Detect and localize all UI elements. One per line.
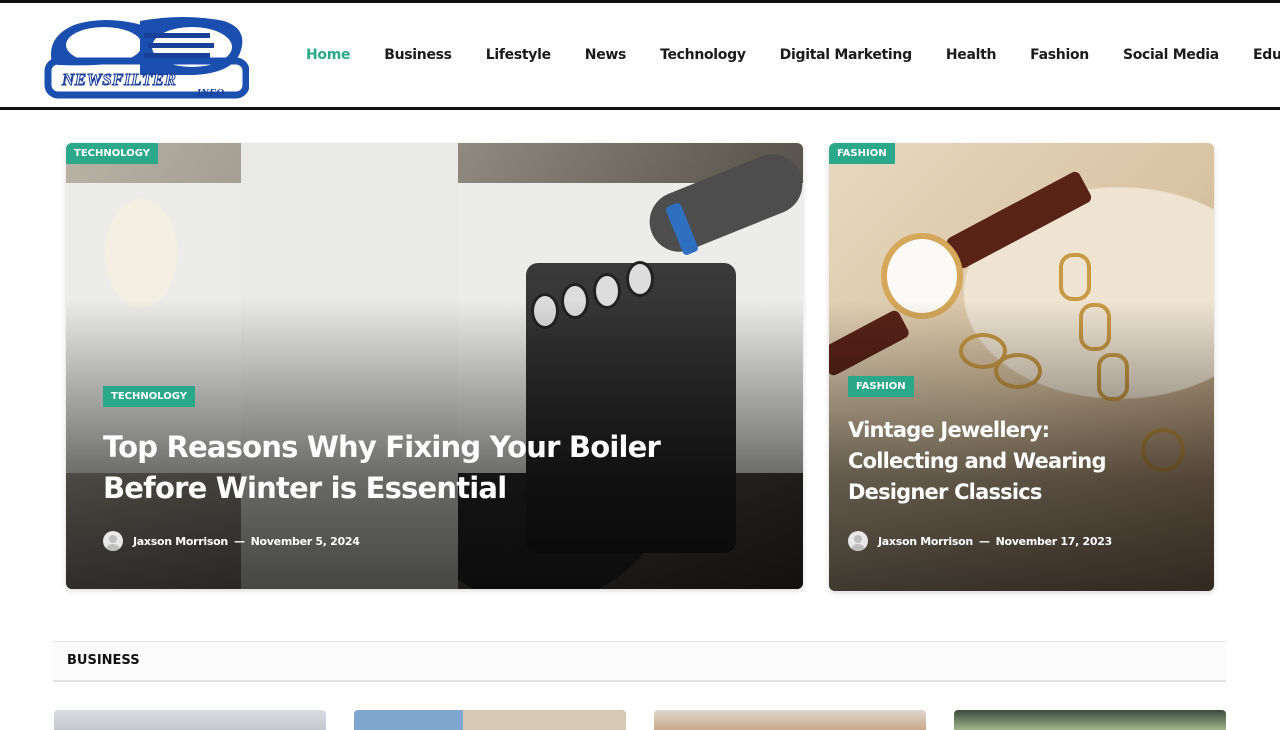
post-title[interactable]: Top Reasons Why Fixing Your Boiler Befor… xyxy=(103,427,723,509)
post-thumbnail[interactable] xyxy=(54,710,326,730)
meta-separator: — xyxy=(978,534,990,548)
post-title-line[interactable]: Collecting and Wearing xyxy=(848,446,1188,477)
post-title-line[interactable]: Vintage Jewellery: xyxy=(848,415,1188,446)
post-title[interactable]: Vintage Jewellery: Collecting and Wearin… xyxy=(848,415,1188,508)
main-nav: Home Business Lifestyle News Technology … xyxy=(306,3,1280,107)
author-name[interactable]: Jaxson Morrison xyxy=(133,535,228,548)
post-title-line[interactable]: Before Winter is Essential xyxy=(103,468,723,509)
image-overlay xyxy=(66,143,803,589)
nav-news[interactable]: News xyxy=(585,47,627,63)
meta-separator: — xyxy=(233,534,245,548)
site-header: NEWSFILTER .INFO Home Business Lifestyle… xyxy=(0,3,1280,110)
post-meta: Jaxson Morrison — November 17, 2023 xyxy=(848,531,1112,551)
nav-technology[interactable]: Technology xyxy=(660,47,746,63)
nav-fashion[interactable]: Fashion xyxy=(1030,47,1089,63)
nav-business[interactable]: Business xyxy=(384,47,452,63)
post-meta: Jaxson Morrison — November 5, 2024 xyxy=(103,531,360,551)
post-thumbnail[interactable] xyxy=(954,710,1226,730)
post-title-line[interactable]: Top Reasons Why Fixing Your Boiler xyxy=(103,427,723,468)
corner-category-tag[interactable]: TECHNOLOGY xyxy=(66,143,158,164)
category-badge[interactable]: FASHION xyxy=(848,376,914,397)
category-badge[interactable]: TECHNOLOGY xyxy=(103,386,195,407)
post-thumbnail[interactable] xyxy=(354,710,626,730)
post-date: November 5, 2024 xyxy=(250,534,360,548)
avatar xyxy=(103,531,123,551)
section-title[interactable]: BUSINESS xyxy=(67,653,140,668)
nav-home[interactable]: Home xyxy=(306,47,351,63)
post-date: November 17, 2023 xyxy=(995,534,1113,548)
site-logo[interactable]: NEWSFILTER .INFO xyxy=(44,15,250,99)
author-name[interactable]: Jaxson Morrison xyxy=(878,535,973,548)
nav-health[interactable]: Health xyxy=(946,47,997,63)
section-header-business: BUSINESS xyxy=(53,641,1226,682)
post-title-line[interactable]: Designer Classics xyxy=(848,477,1188,508)
nav-digital-marketing[interactable]: Digital Marketing xyxy=(780,47,912,63)
logo-text: NEWSFILTER xyxy=(61,70,177,90)
nav-social-media[interactable]: Social Media xyxy=(1123,47,1219,63)
corner-category-tag[interactable]: FASHION xyxy=(829,143,895,164)
avatar xyxy=(848,531,868,551)
nav-education[interactable]: Education xyxy=(1253,47,1280,63)
featured-post-jewellery[interactable]: FASHION FASHION Vintage Jewellery: Colle… xyxy=(829,143,1214,591)
logo-subtext: .INFO xyxy=(194,87,225,99)
image-overlay xyxy=(829,143,1214,591)
featured-post-boiler[interactable]: TECHNOLOGY TECHNOLOGY Top Reasons Why Fi… xyxy=(66,143,803,589)
post-thumbnail[interactable] xyxy=(654,710,926,730)
nav-lifestyle[interactable]: Lifestyle xyxy=(486,47,551,63)
